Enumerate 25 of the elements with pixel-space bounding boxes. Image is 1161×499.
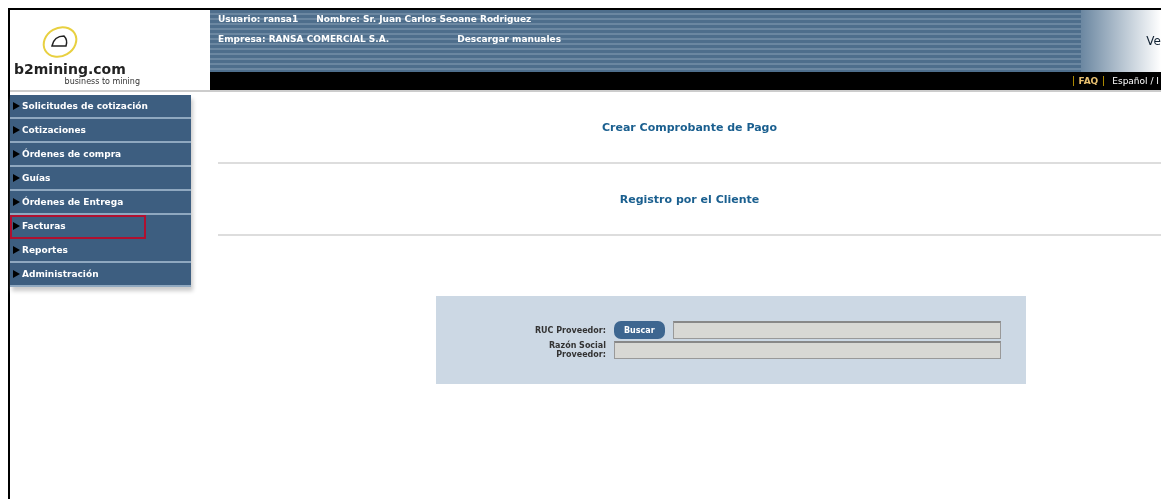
faq-link[interactable]: FAQ [1072, 76, 1105, 86]
logo-text: b2mining.com [14, 61, 126, 77]
user-info: Usuario: ransa1 [218, 14, 299, 24]
sidebar-item[interactable]: Reportes [10, 239, 191, 263]
company-info: Empresa: RANSA COMERCIAL S.A. [218, 34, 390, 44]
ruc-field[interactable] [672, 321, 1001, 339]
sidebar-item[interactable]: Cotizaciones [10, 119, 191, 143]
sidebar-item[interactable]: Solicitudes de cotización [10, 95, 191, 119]
download-link[interactable]: Descargar manuales [457, 34, 561, 44]
logo-icon [40, 24, 80, 60]
logo-tagline: business to mining [64, 77, 140, 86]
ruc-label: RUC Proveedor: [533, 325, 606, 335]
sidebar-item[interactable]: Facturas [10, 215, 146, 239]
name-info: Nombre: Sr. Juan Carlos Seoane Rodriguez [316, 14, 532, 24]
search-button[interactable]: Buscar [614, 321, 665, 339]
sidebar-item[interactable]: Órdenes de compra [10, 143, 191, 167]
sidebar-item[interactable]: Guías [10, 167, 191, 191]
page-title: Crear Comprobante de Pago [218, 92, 1161, 164]
sidebar-item[interactable]: Órdenes de Entrega [10, 191, 191, 215]
razon-label: Razón Social Proveedor: [547, 341, 606, 359]
razon-field[interactable] [614, 341, 1001, 359]
page-subtitle: Registro por el Cliente [218, 164, 1161, 236]
corner-logo-text: Ve [1146, 34, 1161, 48]
sidebar-item[interactable]: Administración [10, 263, 191, 287]
language-link[interactable]: Español / I [1112, 76, 1161, 86]
